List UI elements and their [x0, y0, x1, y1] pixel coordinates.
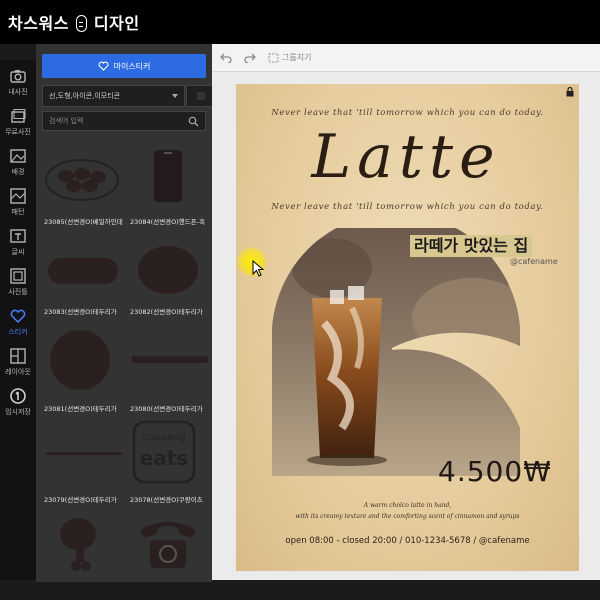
sticker-tile-coupang-eats[interactable]: coupang eats	[128, 416, 212, 496]
left-rail: 내사진 무료사진 배경 패턴 글씨 사진틀 스티커 레이아웃 임시저장	[0, 60, 36, 580]
undo-button[interactable]	[220, 53, 232, 63]
eats-text: eats	[139, 446, 189, 470]
sushi-plate-sticker	[45, 159, 119, 201]
frame-icon	[10, 268, 26, 284]
group-icon	[268, 53, 279, 62]
tile-label: 23080(선변경O)테두리가	[130, 405, 203, 413]
redo-button[interactable]	[244, 53, 256, 63]
tile-label: 23084(선변경O)핸드폰-흑	[130, 218, 206, 226]
sticker-tile-bar[interactable]	[128, 324, 212, 404]
sticker-tile-drumstick[interactable]	[42, 510, 126, 590]
line-sticker	[46, 452, 122, 455]
tile-label: 23081(선변경O)테두리가	[44, 405, 117, 413]
sticker-tile-rounded-square[interactable]	[128, 234, 212, 314]
tile-label: 23082(선변경O)테두리가	[130, 308, 203, 316]
korean-tag[interactable]: 라떼가 맛있는 집	[410, 235, 533, 257]
search-input[interactable]: 검색어 입력	[42, 111, 206, 131]
undo-icon	[220, 53, 232, 63]
photo-stack-icon	[11, 109, 26, 123]
description-line-1[interactable]: A warm cholco latte in hand,	[236, 502, 579, 509]
rail-item-pattern[interactable]: 패턴	[0, 182, 36, 222]
my-sticker-label: 마이스티커	[113, 61, 151, 71]
redo-icon	[244, 53, 256, 63]
chevron-down-icon	[172, 94, 178, 98]
sticker-tile-line[interactable]	[42, 416, 126, 496]
tile-label: 23085(선변경O)베일하인데	[44, 218, 123, 226]
rail-item-sticker[interactable]: 스티커	[0, 302, 36, 342]
image-icon	[10, 149, 26, 163]
app-name: 차스워스	[8, 14, 69, 33]
tile-label: 23079(선변경O)테두리가	[44, 496, 117, 504]
lock-icon[interactable]	[566, 87, 574, 97]
drumstick-sticker	[60, 518, 96, 571]
rail-item-layout[interactable]: 레이아웃	[0, 342, 36, 382]
tile-label: 23083(선변경O)테두리가	[44, 308, 117, 316]
rounded-rect-sticker	[48, 258, 118, 284]
description-line-2[interactable]: with its creamy texture and the comforti…	[236, 513, 579, 520]
layout-icon	[10, 348, 26, 364]
price-text[interactable]: 4.500₩	[438, 455, 552, 488]
sticker-tile-circle[interactable]	[42, 324, 126, 404]
rail-item-temp-save[interactable]: 임시저장	[0, 382, 36, 422]
heart-icon	[98, 61, 109, 71]
rounded-square-sticker	[138, 246, 198, 294]
my-sticker-button[interactable]: 마이스티커	[42, 54, 206, 78]
category-select-value: 선,도형,아이콘,이모티콘	[49, 92, 121, 100]
latte-title[interactable]: Latte	[276, 122, 536, 192]
editor-toolbar: 그룹지기	[212, 44, 600, 72]
category-select[interactable]: 선,도형,아이콘,이모티콘	[42, 85, 185, 107]
group-button[interactable]: 그룹지기	[268, 52, 311, 63]
save-circle-icon	[10, 388, 26, 404]
telephone-sticker	[140, 522, 196, 568]
camera-icon	[10, 70, 26, 83]
search-placeholder: 검색어 입력	[49, 117, 84, 125]
bar-sticker	[132, 356, 208, 363]
rail-item-free-photos[interactable]: 무료사진	[0, 102, 36, 142]
quote-bottom[interactable]: Never leave that 'till tomorrow which yo…	[236, 202, 579, 212]
rail-item-background[interactable]: 배경	[0, 142, 36, 182]
app-window: 차스워스 디자인 내사진 무료사진 배경 패턴 글씨 사진틀 스티커 레이아웃 …	[0, 0, 600, 600]
sticker-tile-sushi-plate[interactable]	[42, 144, 126, 224]
tile-label: 23078(선변경O)쿠팡이츠	[130, 496, 203, 504]
mouse-pointer-icon	[252, 260, 265, 277]
rail-item-frame[interactable]: 사진틀	[0, 262, 36, 302]
pattern-icon	[10, 188, 26, 204]
coupang-text: coupang	[142, 432, 186, 443]
search-icon	[188, 116, 199, 127]
heart-icon	[10, 309, 26, 324]
quote-top[interactable]: Never leave that 'till tomorrow which yo…	[236, 108, 579, 118]
list-view-button[interactable]	[187, 86, 214, 106]
rail-item-my-photos[interactable]: 내사진	[0, 62, 36, 102]
app-name-suffix: 디자인	[93, 14, 140, 33]
title-bar: 차스워스 디자인	[0, 0, 600, 44]
sticker-panel: 마이스티커 선,도형,아이콘,이모티콘 검색어 입력 23085(선변경O)베일…	[36, 44, 242, 582]
hours-text[interactable]: open 08:00 - closed 20:00 / 010-1234-567…	[236, 536, 579, 546]
rail-item-text[interactable]: 글씨	[0, 222, 36, 262]
phone-sticker	[154, 150, 182, 202]
group-label: 그룹지기	[282, 53, 312, 62]
app-logo-icon	[75, 14, 87, 32]
sticker-tile-rounded-rect[interactable]	[42, 234, 126, 314]
text-box-icon	[10, 229, 26, 243]
list-view-icon	[196, 92, 205, 100]
sticker-tile-telephone[interactable]	[128, 510, 212, 590]
cafe-handle[interactable]: @cafename	[510, 257, 558, 266]
sticker-tile-phone[interactable]	[128, 144, 212, 224]
circle-sticker	[50, 330, 110, 390]
